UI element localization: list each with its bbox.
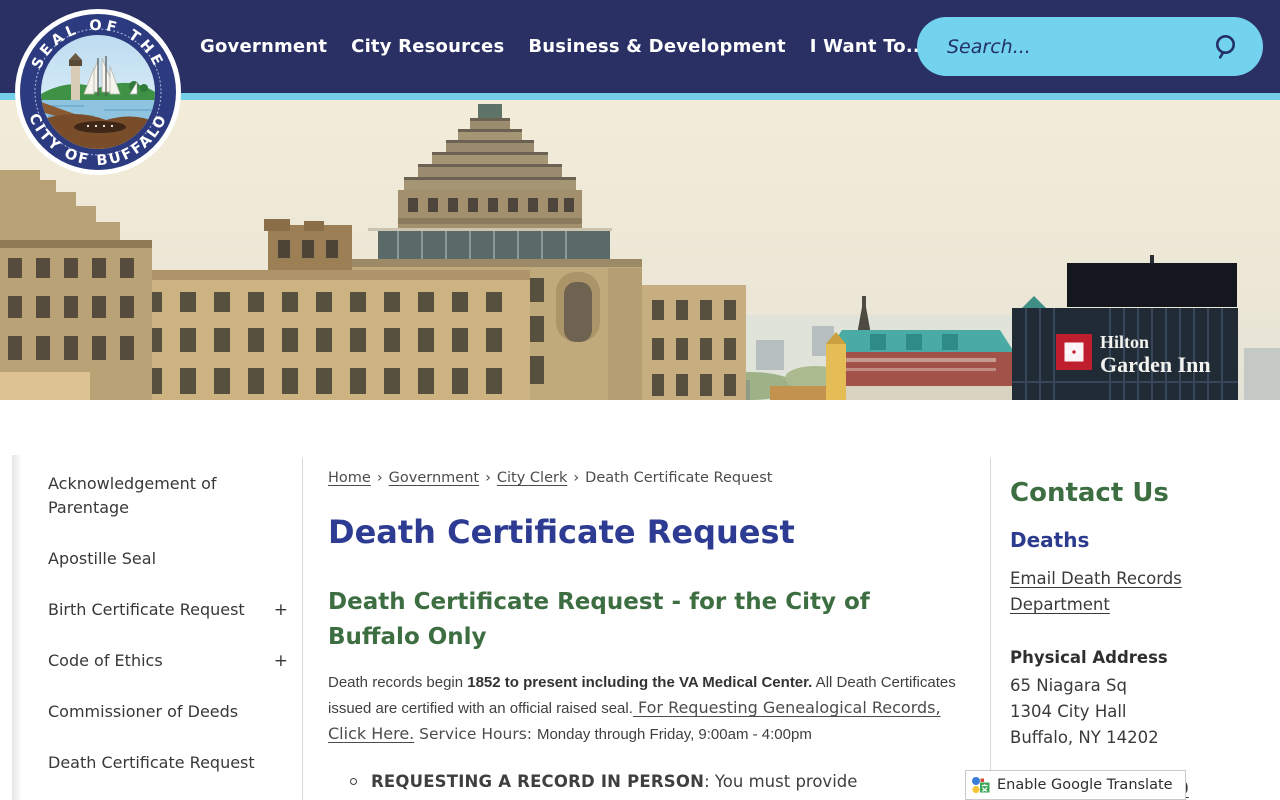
address-line: Buffalo, NY 14202 [1010, 728, 1159, 747]
deaths-heading: Deaths [1010, 528, 1090, 552]
sidebar-item-code-of-ethics[interactable]: Code of Ethics + [48, 649, 294, 673]
sidebar-item-acknowledgement-of-parentage[interactable]: Acknowledgement of Parentage [48, 472, 294, 520]
nav-item-city-resources[interactable]: City Resources [351, 36, 504, 57]
intro-paragraph: Death records begin 1852 to present incl… [328, 674, 956, 744]
main-content: Home › Government › City Clerk › Death Certifi… [328, 470, 960, 800]
expand-plus-icon[interactable]: + [274, 649, 294, 673]
service-hours-value: Monday through Friday, 9:00am - 4:00pm [536, 726, 812, 744]
nav-item-government[interactable]: Government [200, 36, 327, 57]
address-line: 65 Niagara Sq [1010, 676, 1127, 695]
email-death-records-link[interactable]: Email Death Records Department [1010, 566, 1210, 618]
page: Government City Resources Business & Dev… [0, 0, 1280, 800]
nav-item-i-want-to[interactable]: I Want To... [810, 36, 927, 57]
list-item: REQUESTING A RECORD IN PERSON: You must … [328, 769, 960, 800]
breadcrumb-home[interactable]: Home [328, 470, 371, 486]
content-panel-shadow [12, 455, 22, 800]
svg-text:Hilton: Hilton [1100, 332, 1149, 352]
contact-divider [990, 458, 991, 800]
google-translate-icon [972, 776, 990, 793]
sidebar-item-death-certificate-request[interactable]: Death Certificate Request [48, 751, 294, 775]
intro-bold: 1852 to present including the VA Medical… [467, 674, 813, 692]
search-input[interactable] [947, 35, 1209, 58]
sidebar-item-apostille-seal[interactable]: Apostille Seal [48, 547, 294, 571]
translate-label: Enable Google Translate [997, 777, 1173, 793]
sidebar-item-commissioner-of-deeds[interactable]: Commissioner of Deeds [48, 700, 294, 724]
section-heading: Death Certificate Request - for the City… [328, 588, 870, 651]
hilton-logo [1056, 334, 1092, 370]
address-line: 1304 City Hall [1010, 702, 1127, 721]
header-accent-strip [0, 93, 1280, 100]
sidebar-item-birth-certificate-request[interactable]: Birth Certificate Request + [48, 598, 294, 622]
bullet-icon [350, 778, 357, 786]
breadcrumb-current: Death Certificate Request [585, 470, 773, 486]
contact-panel: Contact Us Deaths Email Death Records De… [1010, 478, 1268, 798]
page-title: Death Certificate Request [328, 513, 795, 551]
search-icon [1216, 34, 1235, 59]
city-seal-logo[interactable]: SEAL OF THE CITY OF BUFFALO [14, 8, 182, 176]
contact-us-heading: Contact Us [1010, 478, 1169, 508]
service-hours-label: Service Hours: [414, 725, 537, 744]
bullet-bold: REQUESTING A RECORD IN PERSON [371, 772, 705, 792]
search-box [917, 17, 1263, 76]
search-button[interactable] [1209, 29, 1245, 65]
breadcrumb-city-clerk[interactable]: City Clerk [497, 470, 567, 486]
sidebar-menu: Acknowledgement of Parentage Apostille S… [48, 472, 294, 800]
nav-item-business-development[interactable]: Business & Development [528, 36, 785, 57]
sidebar-divider [302, 458, 303, 800]
main-nav: Government City Resources Business & Dev… [200, 0, 927, 93]
enable-google-translate-bar[interactable]: Enable Google Translate [965, 770, 1186, 800]
hero-image: Hilton Garden Inn [0, 100, 1280, 400]
physical-address-label: Physical Address [1010, 648, 1168, 667]
expand-plus-icon[interactable]: + [274, 598, 294, 622]
breadcrumb: Home › Government › City Clerk › Death Certifi… [328, 470, 773, 486]
svg-text:Garden Inn: Garden Inn [1100, 352, 1211, 377]
breadcrumb-government[interactable]: Government [389, 470, 479, 486]
